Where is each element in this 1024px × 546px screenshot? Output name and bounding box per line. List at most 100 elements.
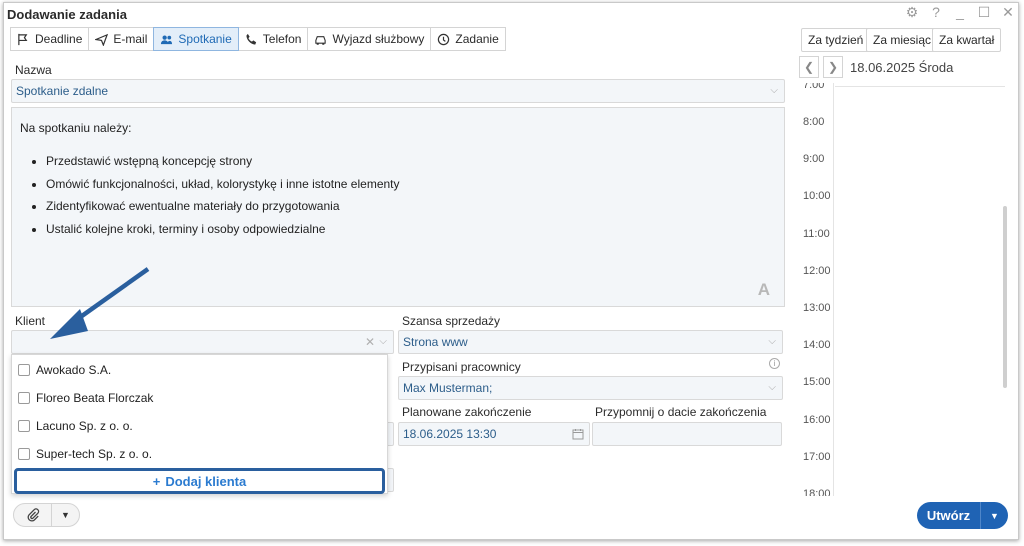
planned-end-label: Planowane zakończenie [402,405,532,419]
add-client-button[interactable]: + Dodaj klienta [14,468,385,494]
tab-telefon[interactable]: Telefon [237,27,309,51]
tab-wyjazd[interactable]: Wyjazd służbowy [307,27,432,51]
chevron-down-icon: ⌵ [770,85,778,96]
hour-label: 10:00 [803,190,831,202]
minimize-icon[interactable]: _ [952,4,968,21]
hour-label: 18:00 [803,488,831,496]
tab-label: Spotkanie [178,32,232,46]
day-timeline[interactable]: 7:00 8:00 9:00 10:00 11:00 12:00 13:00 1… [797,83,1008,496]
calendar-date: 18.06.2025 Środa [850,60,954,75]
client-dropdown: Awokado S.A. Floreo Beata Florczak Lacun… [11,354,388,494]
list-item[interactable]: Floreo Beata Florczak [18,391,153,405]
calendar-icon[interactable] [572,428,584,440]
dialog-title: Dodawanie zadania [7,7,127,22]
text-format-icon[interactable]: A [758,280,770,300]
checkbox[interactable] [18,448,30,460]
hour-label: 14:00 [803,339,831,351]
annotation-arrow-icon [50,267,150,339]
tab-deadline[interactable]: Deadline [10,27,90,51]
paperclip-icon[interactable] [14,504,52,526]
hour-label: 9:00 [803,153,825,165]
planned-end-value: 18.06.2025 13:30 [403,427,497,441]
range-week-button[interactable]: Za tydzień [801,28,871,52]
car-icon [315,35,327,45]
name-value: Spotkanie zdalne [16,84,109,98]
assigned-label: Przypisani pracownicy [402,360,521,374]
option-label: Lacuno Sp. z o. o. [36,419,133,433]
chevron-right-icon: ❯ [827,60,839,74]
attachment-button[interactable]: ▼ [13,503,80,527]
hour-label: 16:00 [803,414,831,426]
tab-label: Telefon [262,32,302,46]
option-label: Super-tech Sp. z o. o. [36,447,153,461]
hour-label: 15:00 [803,376,831,388]
tab-label: Deadline [35,32,83,46]
tab-label: E-mail [113,32,148,46]
chevron-down-icon: ⌵ [379,336,387,347]
hour-label: 11:00 [803,228,830,240]
assigned-value: Max Musterman; [403,381,493,395]
hour-label: 7:00 [803,83,825,91]
name-field[interactable]: Spotkanie zdalne ⌵ [11,79,785,103]
description-intro: Na spotkaniu należy: [20,121,132,135]
name-label: Nazwa [15,63,52,77]
create-button-group: Utwórz ▼ [917,502,1008,529]
range-month-button[interactable]: Za miesiąc [866,28,939,52]
clear-icon[interactable]: ✕ [365,335,375,349]
tab-spotkanie[interactable]: Spotkanie [153,27,239,51]
remind-field[interactable] [592,422,782,446]
add-client-label: Dodaj klienta [165,473,247,489]
remind-label: Przypomnij o dacie zakończenia [595,405,767,419]
hour-label: 12:00 [803,265,831,277]
chevron-down-icon: ⌵ [768,336,776,347]
info-icon[interactable]: i [769,358,780,369]
list-item[interactable]: Awokado S.A. [18,363,111,377]
sales-chance-value: Strona www [403,335,468,349]
list-item[interactable]: Lacuno Sp. z o. o. [18,419,133,433]
list-item: Ustalić kolejne kroki, terminy i osoby o… [46,221,400,244]
people-icon [161,35,173,44]
hour-label: 8:00 [803,116,825,128]
list-item: Przedstawić wstępną koncepcję strony [46,153,400,176]
list-item: Omówić funkcjonalności, układ, kolorysty… [46,176,400,199]
hour-line [835,86,1005,87]
chevron-left-icon: ❮ [803,60,815,74]
paper-plane-icon [95,33,109,46]
list-item: Zidentyfikować ewentualne materiały do p… [46,198,400,221]
checkbox[interactable] [18,364,30,376]
checkbox[interactable] [18,420,30,432]
option-label: Awokado S.A. [36,363,112,377]
chevron-down-icon: ⌵ [768,382,776,393]
chevron-down-icon[interactable]: ▼ [981,502,1008,529]
assigned-select[interactable]: Max Musterman; ⌵ [398,376,783,400]
prev-day-button[interactable]: ❮ [799,56,819,78]
sales-chance-select[interactable]: Strona www ⌵ [398,330,783,354]
list-item[interactable]: Super-tech Sp. z o. o. [18,447,152,461]
clock-icon [438,33,450,45]
chevron-down-icon[interactable]: ▼ [52,510,79,520]
task-type-tabs: Deadline E-mail Spotkanie Telefon Wyjazd… [10,27,506,51]
next-day-button[interactable]: ❯ [823,56,843,78]
hour-label: 17:00 [803,451,831,463]
phone-icon [246,33,256,45]
create-button[interactable]: Utwórz [917,502,981,529]
description-list: Przedstawić wstępną koncepcję strony Omó… [46,153,400,243]
hour-label: 13:00 [803,302,831,314]
range-quarter-button[interactable]: Za kwartał [932,28,1002,52]
plus-icon: + [152,473,161,489]
option-label: Floreo Beata Florczak [36,391,154,405]
maximize-icon[interactable]: ☐ [976,4,992,21]
tab-label: Zadanie [455,32,499,46]
timeline-scrollbar[interactable] [1003,206,1007,388]
settings-icon[interactable]: ⚙ [904,4,920,21]
tab-zadanie[interactable]: Zadanie [430,27,506,51]
sales-chance-label: Szansa sprzedaży [402,314,501,328]
help-icon[interactable]: ? [928,4,944,21]
close-icon[interactable]: ✕ [1000,4,1016,21]
window-controls: ⚙ ? _ ☐ ✕ [904,4,1016,21]
tab-email[interactable]: E-mail [88,27,155,51]
planned-end-field[interactable]: 18.06.2025 13:30 [398,422,590,446]
checkbox[interactable] [18,392,30,404]
flag-icon [18,33,28,45]
tab-label: Wyjazd służbowy [332,32,425,46]
